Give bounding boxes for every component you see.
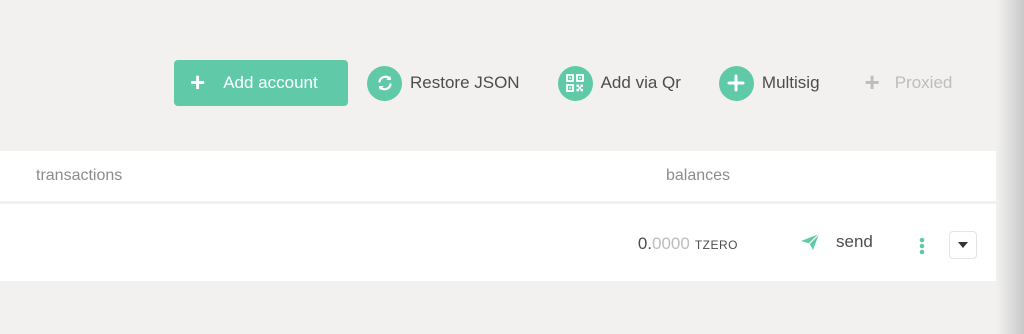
proxied-button[interactable]: + Proxied [865, 60, 953, 106]
plus-icon: + [864, 66, 880, 97]
send-label: send [836, 232, 873, 251]
table-row: 0. 0000 TZERO send [0, 204, 996, 281]
accounts-toolbar: + Add account Restore JSON Add via Qr Mu… [174, 60, 952, 106]
kebab-menu-icon[interactable] [919, 237, 925, 255]
multisig-label: Multisig [761, 73, 820, 92]
qr-code-icon [557, 65, 593, 101]
proxied-label: Proxied [894, 73, 953, 92]
accounts-page: + Add account Restore JSON Add via Qr Mu… [0, 0, 1024, 334]
plus-icon [718, 65, 754, 101]
balance-unit: TZERO [694, 238, 738, 252]
transactions-header: transactions [36, 167, 123, 184]
row-dropdown-button[interactable] [949, 231, 977, 259]
caret-down-icon [958, 242, 968, 248]
plus-icon: + [190, 67, 206, 97]
accounts-table: transactions balances 0. 0000 TZERO send [0, 151, 996, 281]
add-via-qr-label: Add via Qr [600, 73, 681, 92]
multisig-button[interactable]: Multisig [718, 60, 820, 106]
paper-plane-icon [801, 233, 820, 250]
add-account-label: Add account [223, 73, 318, 92]
restore-json-button[interactable]: Restore JSON [367, 60, 520, 106]
add-account-button[interactable]: + Add account [174, 60, 348, 106]
add-via-qr-button[interactable]: Add via Qr [557, 60, 681, 106]
send-button[interactable]: send [800, 232, 873, 252]
table-header: transactions balances [0, 151, 996, 201]
restore-json-label: Restore JSON [410, 73, 520, 92]
window-edge-shadow [996, 0, 1024, 334]
account-balance: 0. 0000 TZERO [638, 234, 738, 254]
balance-integer: 0. [637, 234, 652, 253]
refresh-icon [367, 65, 402, 101]
balance-decimals: 0000 [652, 234, 690, 253]
balances-header: balances [666, 167, 731, 184]
